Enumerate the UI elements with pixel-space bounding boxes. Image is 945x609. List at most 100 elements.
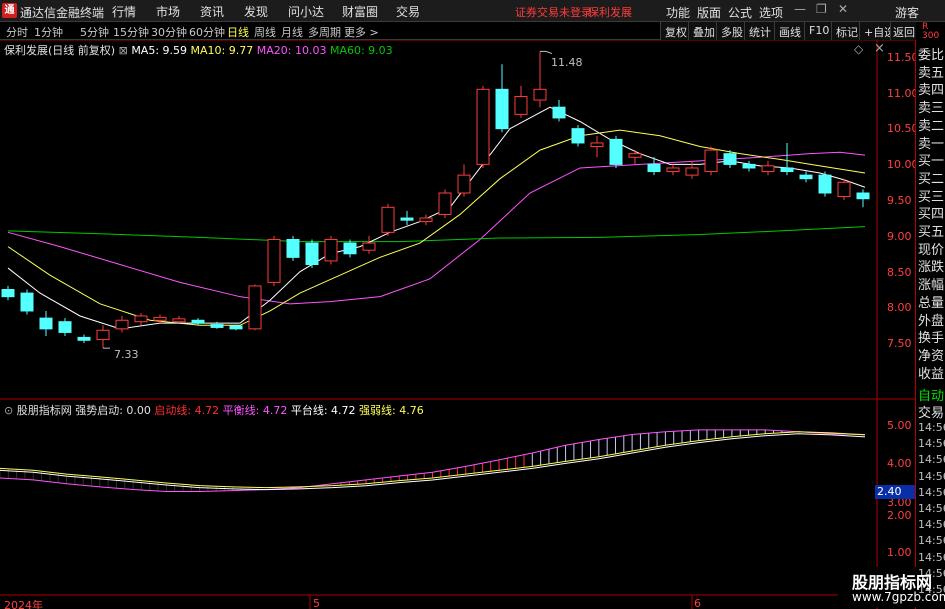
side-label[interactable]: 买四: [918, 203, 945, 222]
corner-indicator: R 300: [922, 23, 939, 41]
candle-down: [780, 167, 794, 173]
indicator-tick: 4.00: [887, 457, 912, 470]
ma-toggle-icon[interactable]: ⊠: [119, 44, 128, 57]
main-chart-info: 保利发展(日线 前复权) ⊠ MA5: 9.59 MA10: 9.77 MA20…: [4, 42, 393, 58]
candle-down: [210, 324, 224, 328]
side-label[interactable]: 买二: [918, 168, 945, 187]
ma60-line: [7, 226, 866, 243]
menu-ask-xiaoda[interactable]: 问小达: [288, 3, 324, 20]
mark-button[interactable]: 标记: [831, 22, 862, 40]
side-label[interactable]: 总量: [918, 292, 945, 311]
tab-weekly[interactable]: 周线: [254, 24, 276, 40]
date-label: 5: [313, 597, 320, 609]
side-label[interactable]: 卖四: [918, 79, 945, 98]
side-label[interactable]: 买五: [918, 221, 945, 240]
menu-layout[interactable]: 版面: [697, 4, 721, 21]
tick-time: 14:56: [918, 502, 945, 515]
candle-down: [818, 174, 832, 194]
statistics-button[interactable]: 统计: [744, 22, 775, 40]
login-warning[interactable]: 证券交易未登录: [515, 4, 592, 20]
menu-options[interactable]: 选项: [759, 4, 783, 21]
candle-up: [704, 149, 718, 173]
indicator-settings-icon[interactable]: ⊙: [4, 404, 13, 417]
menu-discover[interactable]: 发现: [244, 3, 268, 20]
draw-line-button[interactable]: 画线: [774, 22, 805, 40]
side-label[interactable]: 委比: [918, 44, 945, 63]
chart-settings-icon[interactable]: ◇: [854, 42, 863, 56]
high-marker: [540, 50, 553, 55]
tab-multi-period[interactable]: 多周期: [308, 24, 341, 40]
tab-5min[interactable]: 5分钟: [80, 24, 109, 40]
date-label: 2024年: [4, 599, 43, 609]
platform-line: [0, 433, 866, 491]
side-label[interactable]: 现价: [918, 239, 945, 258]
minimize-icon[interactable]: —: [794, 2, 806, 16]
candle-up: [685, 167, 699, 176]
candlesticks: [1, 50, 870, 349]
side-label[interactable]: 外盘: [918, 310, 945, 329]
side-label[interactable]: 收益: [918, 363, 945, 382]
indicator-tick: 5.00: [887, 419, 912, 432]
candle-up: [837, 181, 851, 198]
menu-formula[interactable]: 公式: [728, 4, 752, 21]
restore-icon[interactable]: ❐: [816, 2, 827, 16]
tick-time: 14:56: [918, 469, 945, 483]
guest-label[interactable]: 游客: [895, 4, 919, 21]
menu-market[interactable]: 市场: [156, 3, 180, 20]
menu-quotes[interactable]: 行情: [112, 3, 136, 20]
trade-toggle[interactable]: 交易: [918, 402, 945, 421]
close-icon[interactable]: ✕: [838, 2, 848, 16]
tab-daily[interactable]: 日线: [227, 24, 249, 40]
side-label[interactable]: 涨幅: [918, 274, 945, 293]
menu-wealth-circle[interactable]: 财富圈: [342, 3, 378, 20]
side-label[interactable]: 卖五: [918, 62, 945, 81]
side-label[interactable]: 买三: [918, 186, 945, 205]
adjust-button[interactable]: 复权: [660, 22, 691, 40]
candle-up: [324, 238, 338, 262]
side-label[interactable]: 换手: [918, 327, 945, 346]
candle-down: [58, 321, 72, 333]
tab-monthly[interactable]: 月线: [281, 24, 303, 40]
chart-close-icon[interactable]: ×: [874, 41, 885, 56]
price-tick: 10.50: [887, 122, 919, 135]
candle-up: [248, 285, 262, 330]
tab-15min[interactable]: 15分钟: [113, 24, 149, 40]
side-label[interactable]: 涨跌: [918, 256, 945, 275]
tick-time: 14:56: [918, 453, 945, 467]
indicator-title: 股朋指标网: [16, 404, 72, 417]
tick-time: 14:56: [918, 534, 945, 548]
side-label[interactable]: 买一: [918, 150, 945, 169]
tab-more[interactable]: 更多 >: [344, 24, 379, 40]
overlay-button[interactable]: 叠加: [688, 22, 719, 40]
candle-down: [571, 128, 585, 144]
tab-60min[interactable]: 60分钟: [189, 24, 225, 40]
tab-intraday[interactable]: 分时: [6, 24, 28, 40]
side-label[interactable]: 卖二: [918, 115, 945, 134]
side-label[interactable]: 净资: [918, 345, 945, 364]
candle-down: [856, 192, 870, 200]
candle-down: [723, 153, 737, 165]
side-label[interactable]: 卖三: [918, 97, 945, 116]
indicator-lines: [0, 429, 866, 492]
kline-chart[interactable]: [0, 40, 915, 609]
tab-30min[interactable]: 30分钟: [151, 24, 187, 40]
candle-down: [799, 174, 813, 180]
back-button[interactable]: 返回: [890, 22, 916, 40]
chart-grid: [0, 40, 915, 609]
candle-up: [419, 217, 433, 223]
menu-function[interactable]: 功能: [666, 4, 690, 21]
price-tick: 11.50: [887, 51, 919, 64]
candle-up: [590, 142, 604, 148]
indicator-tick: 1.00: [887, 546, 912, 559]
f10-button[interactable]: F10: [804, 22, 834, 40]
menu-trade[interactable]: 交易: [396, 3, 420, 20]
multi-stock-button[interactable]: 多股: [716, 22, 747, 40]
side-label[interactable]: 卖一: [918, 133, 945, 152]
tab-1min[interactable]: 1分钟: [34, 24, 63, 40]
candle-up: [134, 315, 148, 323]
candle-up: [457, 174, 471, 194]
menu-news[interactable]: 资讯: [200, 3, 224, 20]
candle-down: [609, 138, 623, 165]
candle-down: [191, 319, 205, 324]
ma5-line: [7, 106, 866, 330]
